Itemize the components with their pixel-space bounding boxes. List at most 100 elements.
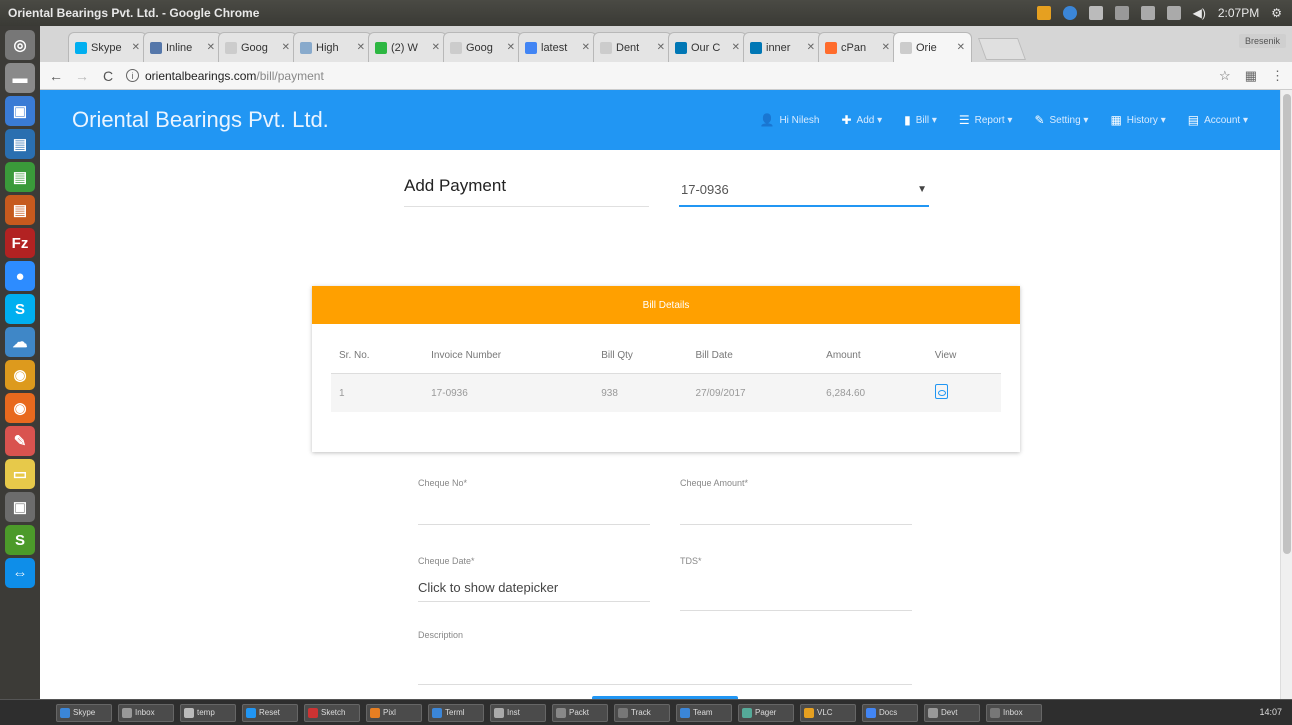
cheque-amount-field[interactable]: Cheque Amount* (680, 478, 912, 525)
taskbar-item[interactable]: Inbox (118, 703, 174, 722)
taskbar-item[interactable]: Sketch (304, 703, 360, 722)
chrome-icon[interactable]: ◉ (5, 360, 35, 390)
notes-icon[interactable]: ▭ (5, 459, 35, 489)
nav-item[interactable]: ▤ Account ▾ (1188, 113, 1248, 127)
taskbar-item[interactable]: temp (180, 703, 236, 722)
impress-icon[interactable]: ▤ (5, 195, 35, 225)
tab-close-icon[interactable]: ✕ (432, 42, 440, 53)
page-scrollbar[interactable] (1280, 90, 1292, 699)
browser-tab[interactable]: Inline ✕ (143, 32, 222, 62)
nav-item[interactable]: ▦ History ▾ (1110, 113, 1165, 127)
browser-tab[interactable]: Our C ✕ (668, 32, 747, 62)
mail-icon[interactable] (1166, 6, 1181, 20)
browser-tab[interactable]: Skype ✕ (68, 32, 147, 62)
browser-tab[interactable]: Goog ✕ (218, 32, 297, 62)
datepicker-placeholder[interactable]: Click to show datepicker (418, 580, 650, 601)
tool-icon[interactable]: ✎ (5, 426, 35, 456)
volume-icon[interactable]: ◀) (1193, 6, 1206, 20)
nav-item[interactable]: 👤 Hi Nilesh (760, 113, 820, 127)
filezilla-icon[interactable]: Fz (5, 228, 35, 258)
back-icon[interactable]: ← (48, 68, 64, 84)
tab-close-icon[interactable]: ✕ (282, 42, 290, 53)
nav-item[interactable]: ✎ Setting ▾ (1034, 113, 1088, 127)
taskbar-item[interactable]: Packt (552, 703, 608, 722)
pdf-view-icon[interactable] (934, 384, 948, 399)
tab-close-icon[interactable]: ✕ (957, 42, 965, 53)
settings-tray-icon[interactable] (1088, 6, 1103, 20)
taskbar-item[interactable]: Reset (242, 703, 298, 722)
photo-icon[interactable]: ▣ (5, 492, 35, 522)
taskbar-item[interactable]: Inbox (986, 703, 1042, 722)
taskbar-item[interactable]: Docs (862, 703, 918, 722)
dash-icon[interactable]: ◎ (5, 30, 35, 60)
browser-tab[interactable]: Orie ✕ (893, 32, 972, 62)
tab-close-icon[interactable]: ✕ (507, 42, 515, 53)
taskbar-item-label: Pixl (383, 708, 396, 717)
extension-icon[interactable]: ▦ (1245, 68, 1257, 84)
taskbar-app-icon (742, 707, 752, 718)
tab-close-icon[interactable]: ✕ (882, 42, 890, 53)
address-bar[interactable]: i orientalbearings.com/bill/payment (126, 69, 1209, 83)
cloud-icon[interactable]: ☁ (5, 327, 35, 357)
new-tab-button[interactable] (977, 38, 1027, 60)
taskbar-item[interactable]: Track (614, 703, 670, 722)
firefox-icon[interactable]: ◉ (5, 393, 35, 423)
taskbar-item[interactable]: Devt (924, 703, 980, 722)
teamviewer-tray-icon[interactable] (1062, 6, 1077, 20)
taskbar-item[interactable]: Terml (428, 703, 484, 722)
tab-close-icon[interactable]: ✕ (807, 42, 815, 53)
browser-tab[interactable]: latest ✕ (518, 32, 597, 62)
tab-close-icon[interactable]: ✕ (657, 42, 665, 53)
tab-close-icon[interactable]: ✕ (132, 42, 140, 53)
tab-close-icon[interactable]: ✕ (582, 42, 590, 53)
menu-icon[interactable]: ⋮ (1271, 68, 1284, 84)
network-icon[interactable] (1114, 6, 1129, 20)
teamviewer-icon[interactable]: ⇔ (5, 558, 35, 588)
browser-tab[interactable]: High ✕ (293, 32, 372, 62)
tds-field[interactable]: TDS* (680, 556, 912, 611)
profile-button[interactable]: Bresenik (1238, 34, 1286, 48)
app-icon[interactable]: S (5, 525, 35, 555)
nav-item[interactable]: ▮ Bill ▾ (904, 113, 937, 127)
scroll-thumb[interactable] (1283, 94, 1291, 554)
keyboard-icon[interactable] (1140, 6, 1155, 20)
forward-icon[interactable]: → (74, 68, 90, 84)
tab-close-icon[interactable]: ✕ (207, 42, 215, 53)
nav-item[interactable]: ☰ Report ▾ (959, 113, 1013, 127)
skype-icon[interactable]: S (5, 294, 35, 324)
browser-tab[interactable]: inner ✕ (743, 32, 822, 62)
cheque-no-field[interactable]: Cheque No* (418, 478, 650, 525)
nav-item[interactable]: ✚ Add ▾ (841, 113, 882, 127)
taskbar-item[interactable]: VLC (800, 703, 856, 722)
box-icon[interactable]: ▣ (5, 96, 35, 126)
browser-tab[interactable]: cPan ✕ (818, 32, 897, 62)
tab-close-icon[interactable]: ✕ (732, 42, 740, 53)
card-title: Bill Details (312, 286, 1020, 324)
power-gear-icon[interactable]: ⚙ (1271, 6, 1282, 20)
tab-favicon-icon (750, 41, 762, 54)
tab-close-icon[interactable]: ✕ (357, 42, 365, 53)
bill-select[interactable]: 17-0936 ▼ (679, 176, 929, 207)
taskbar-item[interactable]: Inst (490, 703, 546, 722)
taskbar-clock[interactable]: 14:07 (1259, 708, 1292, 717)
brand-title[interactable]: Oriental Bearings Pvt. Ltd. (72, 107, 760, 133)
site-info-icon[interactable]: i (126, 69, 139, 82)
taskbar-item[interactable]: Skype (56, 703, 112, 722)
files-icon[interactable]: ▬ (5, 63, 35, 93)
tab-label: Goog (241, 41, 268, 54)
browser-tab[interactable]: Dent ✕ (593, 32, 672, 62)
browser-tab[interactable]: (2) W ✕ (368, 32, 447, 62)
bookmark-star-icon[interactable]: ☆ (1219, 68, 1231, 84)
zoom-icon[interactable]: ● (5, 261, 35, 291)
warning-icon[interactable] (1036, 6, 1051, 20)
cheque-date-field[interactable]: Cheque Date* Click to show datepicker (418, 556, 650, 602)
taskbar-item[interactable]: Pager (738, 703, 794, 722)
taskbar-item[interactable]: Team (676, 703, 732, 722)
calc-icon[interactable]: ▤ (5, 162, 35, 192)
description-field[interactable]: Description (418, 630, 912, 685)
clock-text[interactable]: 2:07PM (1218, 6, 1259, 20)
taskbar-item[interactable]: Pixl (366, 703, 422, 722)
reload-icon[interactable]: C (100, 68, 116, 84)
browser-tab[interactable]: Goog ✕ (443, 32, 522, 62)
writer-icon[interactable]: ▤ (5, 129, 35, 159)
